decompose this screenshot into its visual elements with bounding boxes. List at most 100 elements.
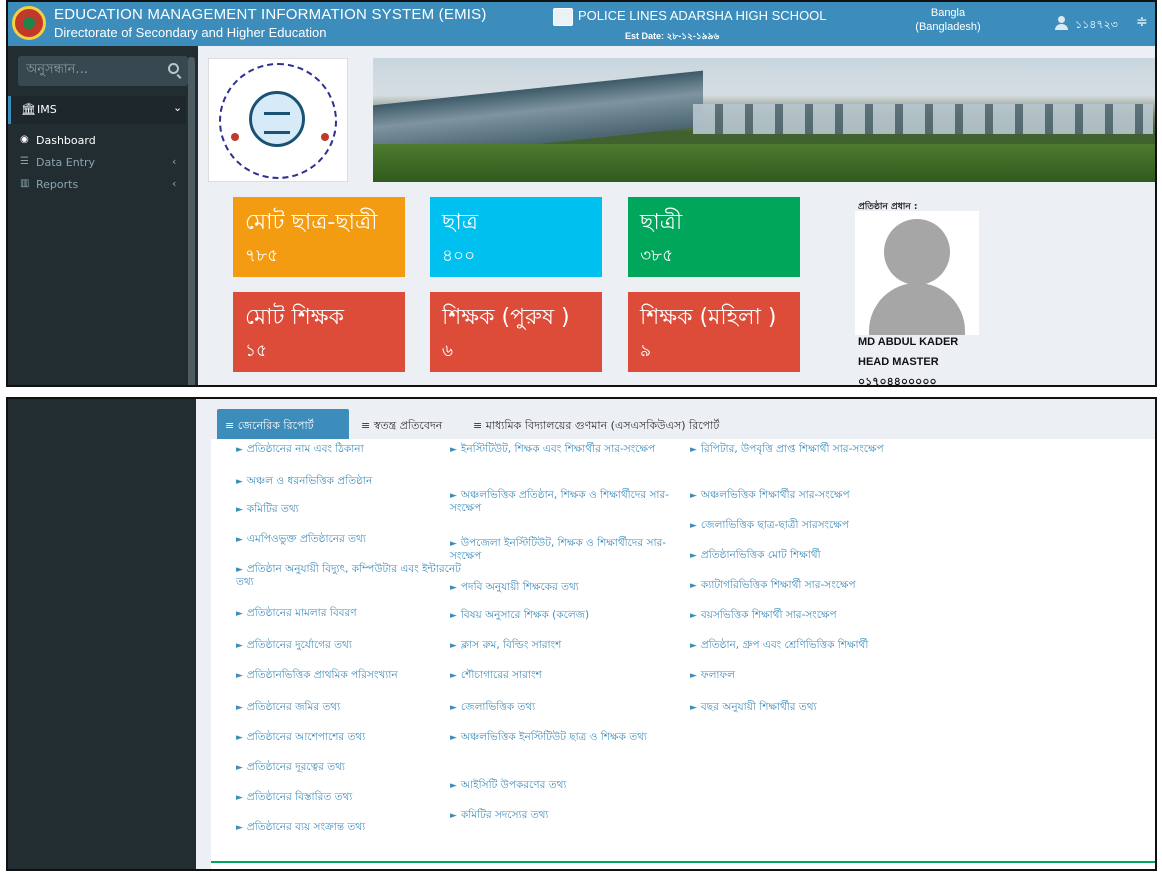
- report-link[interactable]: ► প্রতিষ্ঠানের দুর্যোগের তথ্য: [236, 639, 476, 652]
- stat-female-teachers[interactable]: শিক্ষক (মহিলা ) ৯: [628, 292, 800, 372]
- report-link[interactable]: ► পদবি অনুযায়ী শিক্ষকের তথ্য: [450, 581, 690, 594]
- report-link[interactable]: ► প্রতিষ্ঠানের মামলার বিবরণ: [236, 607, 476, 620]
- avatar: [855, 211, 979, 335]
- report-link[interactable]: ► প্রতিষ্ঠানের আশেপাশের তথ্য: [236, 731, 476, 744]
- report-link[interactable]: ► প্রতিষ্ঠানের বিস্তারিত তথ্য: [236, 791, 476, 804]
- report-link[interactable]: ► বয়সভিত্তিক শিক্ষার্থী সার-সংক্ষেপ: [690, 609, 930, 622]
- report-link[interactable]: ► ক্যাটাগরিভিত্তিক শিক্ষার্থী সার-সংক্ষেপ: [690, 579, 930, 592]
- dashboard-panel: EDUCATION MANAGEMENT INFORMATION SYSTEM …: [6, 0, 1157, 387]
- sidebar: 🏛 IMS ⌄ ◉ Dashboard ☰ Data Entry ‹ ▥ Rep…: [8, 46, 198, 385]
- report-link[interactable]: ► জেলাভিত্তিক ছাত্র-ছাত্রী সারসংক্ষেপ: [690, 519, 930, 532]
- language-selector[interactable]: Bangla (Bangladesh): [908, 6, 988, 34]
- report-link-label: অঞ্চলভিত্তিক শিক্ষার্থীর সার-সংক্ষেপ: [700, 489, 850, 501]
- report-link[interactable]: ► অঞ্চলভিত্তিক প্রতিষ্ঠান, শিক্ষক ও শিক্ষ…: [450, 489, 690, 514]
- stat-male-teachers[interactable]: শিক্ষক (পুরুষ ) ৬: [430, 292, 602, 372]
- report-link-label: প্রতিষ্ঠানের দুর্যোগের তথ্য: [246, 639, 352, 651]
- chevron-left-icon: ‹: [172, 177, 177, 190]
- report-link[interactable]: ► প্রতিষ্ঠানভিত্তিক মোট শিক্ষার্থী: [690, 549, 930, 562]
- caret-right-icon: ►: [450, 583, 457, 593]
- report-link-label: বয়সভিত্তিক শিক্ষার্থী সার-সংক্ষেপ: [700, 609, 837, 621]
- report-link[interactable]: ► রিপিটার, উপবৃত্তি প্রাপ্ত শিক্ষার্থী সা…: [690, 443, 930, 456]
- stat-total-students[interactable]: মোট ছাত্র-ছাত্রী ৭৮৫: [233, 197, 405, 277]
- report-link[interactable]: ► প্রতিষ্ঠানের দূরত্বের তথ্য: [236, 761, 476, 774]
- report-link-label: প্রতিষ্ঠানভিত্তিক প্রাথমিক পরিসংখ্যান: [246, 669, 398, 681]
- caret-right-icon: ►: [236, 505, 243, 515]
- report-link[interactable]: ► প্রতিষ্ঠান অনুযায়ী বিদ্যুৎ, কম্পিউটার …: [236, 563, 476, 588]
- stat-girls[interactable]: ছাত্রী ৩৮৫: [628, 197, 800, 277]
- report-link[interactable]: ► জেলাভিত্তিক তথ্য: [450, 701, 690, 714]
- report-link[interactable]: ► ফলাফল: [690, 669, 930, 682]
- language-region: (Bangladesh): [915, 21, 981, 33]
- book-icon: [249, 91, 305, 147]
- report-link-label: উপজেলা ইনস্টিটিউট, শিক্ষক ও শিক্ষার্থীদে…: [450, 537, 667, 562]
- app-subtitle: Directorate of Secondary and Higher Educ…: [54, 25, 327, 40]
- caret-right-icon: ►: [450, 811, 457, 821]
- user-id[interactable]: ১১৪৭২৩: [1075, 16, 1118, 35]
- school-banner-image: [373, 58, 1155, 182]
- sidebar-scrollbar[interactable]: [188, 57, 195, 385]
- caret-right-icon: ►: [236, 823, 243, 833]
- caret-right-icon: ►: [236, 763, 243, 773]
- report-link-label: জেলাভিত্তিক ছাত্র-ছাত্রী সারসংক্ষেপ: [700, 519, 849, 531]
- sidebar-item-ims[interactable]: 🏛 IMS ⌄: [8, 96, 186, 124]
- report-link-label: আইসিটি উপকরণের তথ্য: [460, 779, 567, 791]
- sliders-icon[interactable]: ≑: [1136, 14, 1148, 30]
- report-link-label: প্রতিষ্ঠানভিত্তিক মোট শিক্ষার্থী: [700, 549, 821, 561]
- caret-right-icon: ►: [236, 609, 243, 619]
- report-link-label: প্রতিষ্ঠানের আশেপাশের তথ্য: [246, 731, 366, 743]
- search-input[interactable]: [26, 62, 156, 77]
- report-link[interactable]: ► কমিটির সদস্যের তথ্য: [450, 809, 690, 822]
- stat-value: ১৫: [245, 341, 268, 361]
- caret-right-icon: ►: [236, 477, 243, 487]
- tab-generic-report[interactable]: ≡ জেনেরিক রিপোর্ট: [217, 409, 349, 439]
- report-link[interactable]: ► প্রতিষ্ঠানের জমির তথ্য: [236, 701, 476, 714]
- report-link-label: কমিটির তথ্য: [246, 503, 299, 515]
- sidebar-item-reports[interactable]: ▥ Reports ‹: [8, 174, 186, 196]
- report-link[interactable]: ► বিষয় অনুসারে শিক্ষক (কলেজ): [450, 609, 690, 622]
- report-link[interactable]: ► এমপিওভুক্ত প্রতিষ্ঠানের তথ্য: [236, 533, 476, 546]
- caret-right-icon: ►: [690, 671, 697, 681]
- report-link[interactable]: ► ইনস্টিটিউট, শিক্ষক এবং শিক্ষার্থীর সার-…: [450, 443, 690, 456]
- report-link[interactable]: ► কমিটির তথ্য: [236, 503, 476, 516]
- sidebar-search: [18, 56, 188, 86]
- report-link[interactable]: ► আইসিটি উপকরণের তথ্য: [450, 779, 690, 792]
- search-icon[interactable]: [168, 63, 179, 74]
- caret-right-icon: ►: [450, 781, 457, 791]
- report-link[interactable]: ► ক্লাস রুম, বিল্ডিং সারাংশ: [450, 639, 690, 652]
- stat-title: মোট ছাত্র-ছাত্রী: [245, 210, 378, 235]
- report-link-label: প্রতিষ্ঠানের দূরত্বের তথ্য: [246, 761, 345, 773]
- top-header: EDUCATION MANAGEMENT INFORMATION SYSTEM …: [8, 2, 1155, 46]
- sidebar-item-dashboard[interactable]: ◉ Dashboard: [8, 130, 186, 152]
- caret-right-icon: ►: [690, 445, 697, 455]
- stat-total-teachers[interactable]: মোট শিক্ষক ১৫: [233, 292, 405, 372]
- report-link-label: ফলাফল: [700, 669, 735, 681]
- report-link[interactable]: ► প্রতিষ্ঠান, গ্রুপ এবং শ্রেণিভিত্তিক শিক…: [690, 639, 930, 652]
- sidebar-item-data-entry[interactable]: ☰ Data Entry ‹: [8, 152, 186, 174]
- footer-divider: [211, 861, 1155, 863]
- user-icon[interactable]: [1054, 16, 1068, 30]
- report-link[interactable]: ► প্রতিষ্ঠানের ব্যয় সংক্রান্ত তথ্য: [236, 821, 476, 834]
- report-link[interactable]: ► প্রতিষ্ঠানভিত্তিক প্রাথমিক পরিসংখ্যান: [236, 669, 476, 682]
- avatar-head: [884, 219, 950, 285]
- report-link-label: অঞ্চলভিত্তিক প্রতিষ্ঠান, শিক্ষক ও শিক্ষা…: [450, 489, 670, 514]
- report-link[interactable]: ► অঞ্চলভিত্তিক শিক্ষার্থীর সার-সংক্ষেপ: [690, 489, 930, 502]
- report-link[interactable]: ► অঞ্চল ও ধরনভিত্তিক প্রতিষ্ঠান: [236, 475, 476, 488]
- stat-boys[interactable]: ছাত্র ৪০০: [430, 197, 602, 277]
- report-link[interactable]: ► প্রতিষ্ঠানের নাম এবং ঠিকানা: [236, 443, 476, 456]
- report-link-label: প্রতিষ্ঠানের নাম এবং ঠিকানা: [246, 443, 364, 455]
- caret-right-icon: ►: [450, 703, 457, 713]
- sidebar-item-label: Dashboard: [36, 134, 96, 147]
- report-link[interactable]: ► শৌচাগারের সারাংশ: [450, 669, 690, 682]
- report-link-label: প্রতিষ্ঠান অনুযায়ী বিদ্যুৎ, কম্পিউটার এ…: [236, 563, 461, 588]
- tab-individual-report[interactable]: ≡ স্বতন্ত্র প্রতিবেদন: [353, 409, 463, 439]
- caret-right-icon: ►: [236, 703, 243, 713]
- caret-right-icon: ►: [690, 491, 697, 501]
- tab-ssqs-report[interactable]: ≡ মাধ্যমিক বিদ্যালয়ের গুণমান (এসএসকিউএস…: [465, 409, 765, 439]
- report-link[interactable]: ► উপজেলা ইনস্টিটিউট, শিক্ষক ও শিক্ষার্থীদ…: [450, 537, 690, 562]
- report-link[interactable]: ► অঞ্চলভিত্তিক ইনস্টিটিউট ছাত্র ও শিক্ষক …: [450, 731, 690, 744]
- caret-right-icon: ►: [450, 733, 457, 743]
- government-logo-icon[interactable]: [12, 6, 46, 40]
- report-link-label: শৌচাগারের সারাংশ: [460, 669, 542, 681]
- report-link[interactable]: ► বছর অনুযায়ী শিক্ষার্থীর তথ্য: [690, 701, 930, 714]
- report-tabs: ≡ জেনেরিক রিপোর্ট ≡ স্বতন্ত্র প্রতিবেদন …: [217, 409, 1155, 439]
